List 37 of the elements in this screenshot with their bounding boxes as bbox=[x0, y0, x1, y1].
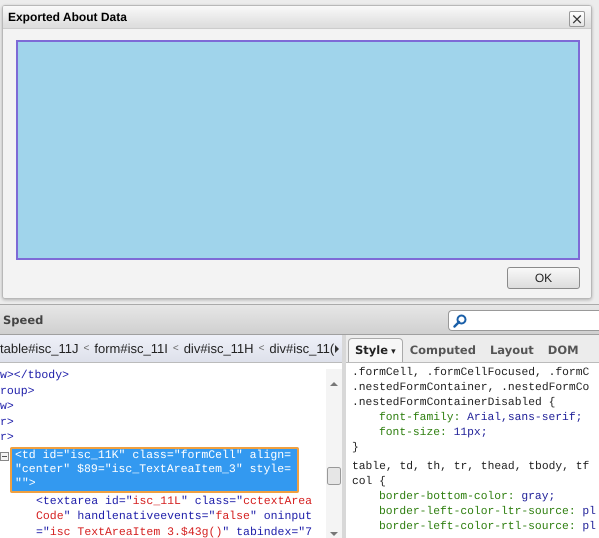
css-declaration: font-size: 11px; bbox=[378, 426, 488, 441]
tab[interactable]: Style ▾ bbox=[348, 338, 403, 362]
scroll-right-icon bbox=[334, 344, 340, 352]
css-selector: table, td, th, tr, thead, tbody, tf bbox=[352, 460, 590, 475]
text-area[interactable] bbox=[16, 40, 580, 260]
code-line: r> bbox=[0, 430, 14, 446]
code-line: w> bbox=[0, 399, 14, 414]
css-declaration: border-bottom-color: gray; bbox=[378, 490, 556, 505]
css-selector: col { bbox=[352, 475, 387, 490]
css-selector: .nestedFormContainerDisabled { bbox=[352, 396, 556, 411]
tab[interactable]: Computed bbox=[402, 338, 483, 362]
css-selector: .formCell, .formCellFocused, .formC bbox=[352, 366, 590, 381]
code-line: w></tbody> bbox=[0, 368, 70, 384]
collapse-toggle[interactable] bbox=[0, 452, 9, 460]
code-line: roup> bbox=[0, 384, 35, 399]
separator: < bbox=[172, 343, 179, 354]
separator: < bbox=[84, 343, 90, 354]
css-selector: .nestedFormContainer, .nestedFormCo bbox=[352, 381, 590, 396]
ok-button[interactable]: OK bbox=[507, 267, 580, 289]
search-icon bbox=[453, 314, 467, 328]
breadcrumb-link[interactable]: table#isc_11J bbox=[0, 341, 79, 356]
css-declaration: border-left-color-ltr-source: pl bbox=[378, 505, 597, 520]
search-field[interactable] bbox=[448, 310, 599, 331]
css-declaration: border-left-color-rtl-source: pl bbox=[378, 520, 597, 535]
breadcrumb-link[interactable]: form#isc_11I bbox=[94, 341, 168, 356]
css-brace: } bbox=[352, 441, 360, 456]
breadcrumb-link[interactable]: div#isc_11( bbox=[269, 341, 334, 356]
tab[interactable]: DOM bbox=[540, 338, 586, 362]
breadcrumb-link[interactable]: div#isc_11H bbox=[184, 341, 254, 356]
close-button[interactable]: × bbox=[569, 11, 585, 27]
css-declaration: font-family: Arial,sans-serif; bbox=[378, 411, 584, 426]
dialog-title: Exported About Data bbox=[8, 10, 127, 24]
separator: < bbox=[258, 343, 264, 354]
panel-title: Speed bbox=[2, 312, 44, 326]
code-line: <textarea id="isc_11L" class="cctextArea Code" handlenativeevents="false" oninput ="isc TextAreaItem 3.$43g()" tabindex="7 bbox=[36, 494, 312, 538]
code-line: r> bbox=[0, 414, 14, 430]
tab[interactable]: Layout bbox=[482, 338, 541, 362]
